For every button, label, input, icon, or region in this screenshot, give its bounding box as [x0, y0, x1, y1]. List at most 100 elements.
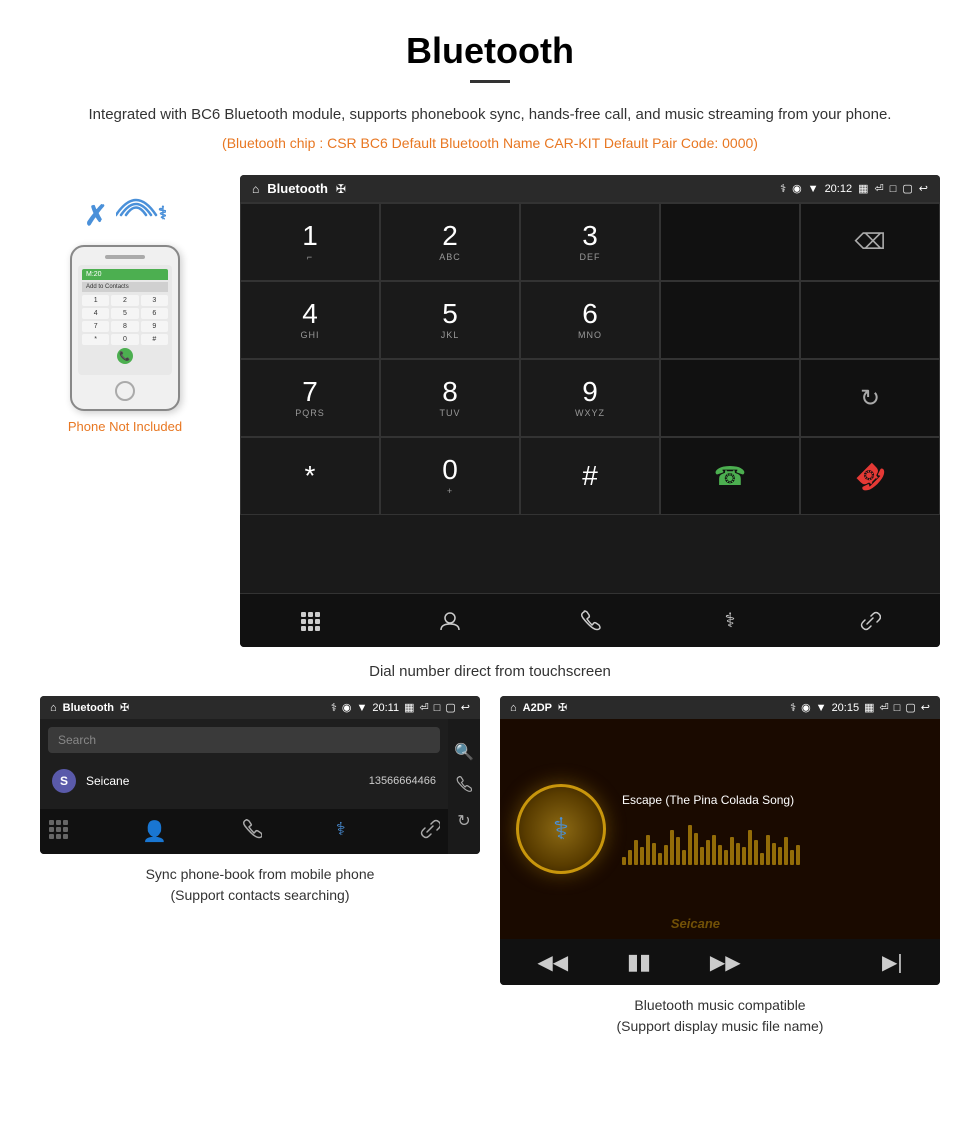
empty-r2c4: [660, 281, 800, 359]
album-bt-icon: ⚕: [553, 812, 569, 847]
dialer-status-bar: ⌂ Bluetooth ✠ ⚕ ◉ ▼ 20:12 ▦ ⏎ □ ▢ ↩: [240, 175, 940, 202]
music-close-icon[interactable]: □: [894, 702, 901, 714]
key-1[interactable]: 1 ⌐: [240, 203, 380, 281]
nav-dialpad[interactable]: [240, 594, 380, 647]
music-wrapper: ⌂ A2DP ✠ ⚕ ◉ ▼ 20:15 ▦ ⏎ □ ▢ ↩: [490, 696, 950, 1037]
main-section: ✗ ⚕ M:20 Add to Contacts 123 456 789 *0#: [0, 175, 980, 647]
phone-screen-header: M:20: [82, 269, 168, 280]
display-area: [660, 203, 800, 281]
phone-nav-icon: [579, 610, 601, 632]
spectrum-bar: [646, 835, 650, 865]
spectrum-bar: [766, 835, 770, 865]
pb-home-icon[interactable]: ⌂: [50, 702, 57, 714]
spectrum-bar: [778, 847, 782, 865]
next-button[interactable]: ▶▶: [710, 950, 741, 975]
back-icon[interactable]: ↩: [919, 182, 928, 195]
spectrum-bar: [628, 850, 632, 865]
redial-key[interactable]: ↻: [800, 359, 940, 437]
camera-icon: ▦: [858, 182, 868, 195]
key-0[interactable]: 0 +: [380, 437, 520, 515]
phonebook-status-bar: ⌂ Bluetooth ✠ ⚕ ◉ ▼ 20:11 ▦ ⏎ □ ▢ ↩: [40, 696, 480, 719]
spectrum-bar: [670, 830, 674, 865]
pb-back-icon[interactable]: ↩: [461, 701, 470, 714]
key-3[interactable]: 3 DEF: [520, 203, 660, 281]
spectrum-bar: [730, 837, 734, 865]
spectrum-bar: [760, 853, 764, 865]
pb-nav-bt[interactable]: ⚕: [336, 819, 346, 844]
spectrum-bar: [712, 835, 716, 865]
nav-link[interactable]: [800, 594, 940, 647]
nav-phone[interactable]: [520, 594, 660, 647]
music-home-icon[interactable]: ⌂: [510, 702, 517, 714]
phone-screen: M:20 Add to Contacts 123 456 789 *0# 📞: [78, 265, 172, 375]
window-icon[interactable]: ▢: [902, 182, 912, 195]
redial-icon: ↻: [860, 384, 880, 413]
signal-icon: ▼: [808, 183, 819, 195]
contact-name: Seicane: [86, 774, 359, 788]
end-call-button[interactable]: ☎: [800, 437, 940, 515]
empty-r2c5: [800, 281, 940, 359]
pb-nav-grid[interactable]: [48, 819, 68, 844]
close-icon[interactable]: □: [890, 183, 897, 195]
music-signal-icon: ▼: [816, 702, 827, 714]
key-5[interactable]: 5 JKL: [380, 281, 520, 359]
song-title: Escape (The Pina Colada Song): [622, 793, 924, 807]
music-info: Escape (The Pina Colada Song): [622, 793, 924, 865]
pb-nav-link[interactable]: [420, 819, 440, 844]
spectrum-bar: [676, 837, 680, 865]
phone-illustration: ✗ ⚕ M:20 Add to Contacts 123 456 789 *0#: [30, 175, 220, 434]
key-2[interactable]: 2 ABC: [380, 203, 520, 281]
pb-grid-icon: [48, 819, 68, 839]
key-7[interactable]: 7 PQRS: [240, 359, 380, 437]
pb-nav-person[interactable]: 👤: [142, 819, 167, 844]
spectrum-bar: [706, 840, 710, 865]
prev-button[interactable]: ◀◀: [537, 950, 568, 975]
key-4[interactable]: 4 GHI: [240, 281, 380, 359]
pb-nav-phone[interactable]: [242, 819, 262, 844]
phone-screen-sub: Add to Contacts: [82, 282, 168, 292]
music-window-icon[interactable]: ▢: [905, 701, 915, 714]
bluetooth-icon: ✗: [84, 199, 107, 232]
spectrum-bar: [736, 843, 740, 865]
backspace-icon: ⌫: [854, 229, 885, 255]
nav-bluetooth[interactable]: ⚕: [660, 594, 800, 647]
play-pause-button[interactable]: ▮▮: [627, 949, 651, 975]
key-hash[interactable]: #: [520, 437, 660, 515]
pb-window-icon[interactable]: ▢: [445, 701, 455, 714]
contact-number: 13566664466: [369, 775, 436, 787]
home-icon[interactable]: ⌂: [252, 182, 259, 196]
phone-call-button: 📞: [117, 348, 133, 364]
spectrum-bar: [622, 857, 626, 865]
dialer-bottom-nav: ⚕: [240, 593, 940, 647]
dialer-caption: Dial number direct from touchscreen: [0, 663, 980, 680]
music-back-icon[interactable]: ↩: [921, 701, 930, 714]
sidebar-search-icon[interactable]: 🔍: [454, 742, 474, 762]
spectrum-bar: [748, 830, 752, 865]
key-star[interactable]: *: [240, 437, 380, 515]
skip-end-button[interactable]: ▶|: [882, 950, 903, 975]
sidebar-sync-icon[interactable]: ↻: [457, 811, 470, 831]
bluetooth-status-icon: ⚕: [780, 182, 786, 195]
pb-signal-icon: ▼: [356, 702, 367, 714]
watermark: Seicane: [671, 916, 720, 931]
contact-row[interactable]: S Seicane 13566664466: [48, 761, 440, 801]
spectrum-bar: [724, 850, 728, 865]
search-bar[interactable]: Search: [48, 727, 440, 753]
call-button[interactable]: ☎: [660, 437, 800, 515]
key-9[interactable]: 9 WXYZ: [520, 359, 660, 437]
music-status-bar: ⌂ A2DP ✠ ⚕ ◉ ▼ 20:15 ▦ ⏎ □ ▢ ↩: [500, 696, 940, 719]
page-title: Bluetooth: [0, 0, 980, 80]
key-8[interactable]: 8 TUV: [380, 359, 520, 437]
backspace-key[interactable]: ⌫: [800, 203, 940, 281]
pb-close-icon[interactable]: □: [434, 702, 441, 714]
music-caption: Bluetooth music compatible (Support disp…: [617, 995, 824, 1037]
bluetooth-waves: ✗ ⚕: [84, 195, 165, 235]
bluetooth-nav-icon: ⚕: [725, 608, 736, 633]
spectrum-bar: [700, 847, 704, 865]
music-controls: ◀◀ ▮▮ ▶▶ ▶|: [500, 939, 940, 985]
sidebar-phone-icon[interactable]: [456, 776, 472, 797]
spectrum-bar: [796, 845, 800, 865]
key-6[interactable]: 6 MNO: [520, 281, 660, 359]
music-time: 20:15: [832, 702, 860, 714]
nav-contacts[interactable]: [380, 594, 520, 647]
